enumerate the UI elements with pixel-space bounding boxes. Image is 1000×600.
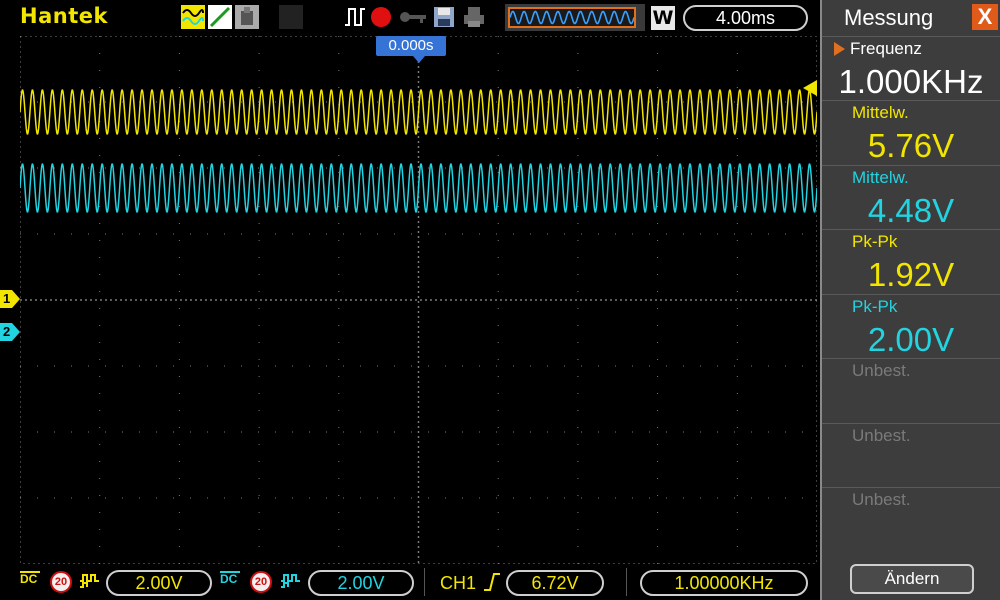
measurement-label: Pk-Pk <box>852 297 898 316</box>
measurement-slot[interactable]: Frequenz 1.000KHz <box>822 36 1000 100</box>
print-icon <box>462 5 486 29</box>
ch2-coupling: DC <box>220 571 240 585</box>
measurement-slot[interactable]: Mittelw. 5.76V <box>822 100 1000 164</box>
trigger-level[interactable]: 6.72V <box>506 570 604 596</box>
measurement-slot[interactable]: Unbest. <box>822 487 1000 551</box>
measurement-label: Mittelw. <box>852 103 909 122</box>
measurement-label: Frequenz <box>850 39 922 58</box>
trigger-source: CH1 <box>440 573 477 593</box>
measurement-label: Unbest. <box>852 426 911 445</box>
trigger-mode-icon[interactable] <box>343 5 367 29</box>
measurement-slot[interactable]: Unbest. <box>822 423 1000 487</box>
overview-trace <box>510 10 634 25</box>
key-icon <box>398 5 426 29</box>
measurement-value: 2.00V <box>867 321 955 358</box>
line-mode-icon[interactable] <box>208 5 232 29</box>
brand-logo: Hantek <box>20 4 108 28</box>
measurement-value: 1.92V <box>867 256 955 293</box>
frequency-counter: 1.00000KHz <box>640 570 808 596</box>
trigger-level-marker[interactable] <box>803 80 817 96</box>
persist-icon[interactable] <box>235 5 259 29</box>
panel-header: Messung X <box>822 0 1000 36</box>
measurement-value: 4.48V <box>867 192 955 229</box>
measurement-value: 1.000KHz <box>838 63 984 100</box>
measurement-label: Unbest. <box>852 490 911 509</box>
record-icon[interactable] <box>369 5 393 29</box>
measurement-label: Unbest. <box>852 361 911 380</box>
ch1-bw-limit-icon: 20 <box>50 571 72 593</box>
bottom-status-bar: DC 20 2.00V DC 20 2.00V CH1 6.72V 1.0000… <box>0 564 820 600</box>
ch2-ac-icon <box>280 572 304 595</box>
measurement-slot[interactable]: Pk-Pk 2.00V <box>822 294 1000 358</box>
waveform-mode-icon[interactable] <box>181 5 205 29</box>
ch1-volts-div[interactable]: 2.00V <box>106 570 212 596</box>
measurement-panel: Messung X Frequenz 1.000KHz Mittelw. 5.76V M… <box>820 0 1000 600</box>
top-toolbar: Hantek W 4.00ms <box>0 0 820 36</box>
measurement-slot[interactable]: Mittelw. 4.48V <box>822 165 1000 229</box>
grid <box>20 36 817 564</box>
ch2-level-marker[interactable]: 2 <box>0 323 20 341</box>
save-icon[interactable] <box>432 5 456 29</box>
change-button[interactable]: Ändern <box>850 564 974 594</box>
measurement-slot[interactable]: Pk-Pk 1.92V <box>822 229 1000 293</box>
separator <box>626 568 627 596</box>
panel-title: Messung <box>844 5 934 30</box>
waveform-overview-window[interactable] <box>508 7 636 28</box>
measurement-label: Pk-Pk <box>852 232 898 251</box>
waveform-display[interactable] <box>20 36 817 564</box>
blank-icon <box>279 5 303 29</box>
trigger-position-marker <box>413 56 425 63</box>
measurement-label: Mittelw. <box>852 168 909 187</box>
ch2-bw-limit-icon: 20 <box>250 571 272 593</box>
close-button[interactable]: X <box>972 4 998 30</box>
selected-arrow-icon <box>834 42 845 56</box>
timebase-display[interactable]: 4.00ms <box>683 5 808 31</box>
ch1-ac-icon <box>79 572 103 595</box>
ch1-level-marker[interactable]: 1 <box>0 290 20 308</box>
ch1-coupling: DC <box>20 571 40 585</box>
separator <box>424 568 425 596</box>
trigger-position-label[interactable]: 0.000s <box>376 36 446 56</box>
window-badge: W <box>651 6 675 30</box>
waveform-overview[interactable] <box>505 4 645 31</box>
measurement-slot[interactable]: Unbest. <box>822 358 1000 422</box>
ch2-volts-div[interactable]: 2.00V <box>308 570 414 596</box>
rising-edge-icon <box>482 572 502 597</box>
measurement-value: 5.76V <box>867 127 955 164</box>
